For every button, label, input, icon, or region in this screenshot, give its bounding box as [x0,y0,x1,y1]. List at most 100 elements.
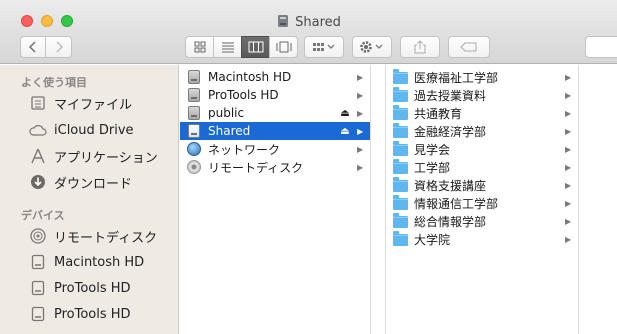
arrange-button[interactable] [304,36,344,58]
column-view-icon [248,41,263,53]
chevron-left-icon [29,41,36,53]
back-button[interactable] [20,36,46,58]
search-field[interactable] [585,36,617,58]
column-item-remote-disc[interactable]: リモートディスク ▶ [180,158,370,176]
cover-flow-view-button[interactable] [269,36,298,58]
folder-icon [392,231,408,247]
sidebar-item-applications[interactable]: アプリケーション [28,146,158,166]
folder-item[interactable]: 総合情報学部 ▶ [386,212,578,230]
folder-item-label: 見学会 [414,142,451,157]
sidebar-item-protools-hd-2[interactable]: ProTools HD [28,304,131,324]
chevron-right-icon: ▶ [565,234,572,244]
chevron-right-icon: ▶ [565,162,572,172]
hard-drive-icon [28,252,48,272]
icon-view-button[interactable] [185,36,214,58]
view-mode-control [185,36,298,58]
folder-icon [392,159,408,175]
chevron-right-icon: ▶ [565,90,572,100]
sidebar-item-label: ProTools HD [54,306,131,322]
folder-icon [392,69,408,85]
sidebar-item-label: マイファイル [54,97,133,113]
column-item-label: Macintosh HD [208,70,292,84]
folder-item-label: 資格支援講座 [414,178,487,193]
column-item-macintosh-hd[interactable]: Macintosh HD ▶ [180,68,370,86]
folder-item[interactable]: 工学部 ▶ [386,158,578,176]
hard-drive-icon [28,278,48,298]
hard-drive-icon [186,69,202,85]
folder-item-label: 大学院 [414,232,451,247]
column-item-public[interactable]: public ⏏ ▶ [180,104,370,122]
tag-icon [460,42,477,52]
folder-icon [392,105,408,121]
folder-icon [392,213,408,229]
column-item-label: public [208,106,245,120]
column-resize-gap[interactable] [372,65,385,334]
sidebar-heading-devices: デバイス [21,209,65,222]
network-volume-icon [186,105,202,121]
chevron-right-icon: ▶ [357,162,364,172]
folder-item[interactable]: 大学院 ▶ [386,230,578,248]
action-button[interactable] [352,36,392,58]
tags-button[interactable] [448,36,490,58]
column-item-shared[interactable]: Shared ⏏ ▶ [180,122,370,140]
sidebar: よく使う項目 マイファイル iCloud Drive アプリケーション ダウンロ… [0,65,179,334]
folder-icon [392,87,408,103]
list-view-icon [221,42,234,53]
folder-item[interactable]: 資格支援講座 ▶ [386,176,578,194]
folder-item[interactable]: 医療福祉工学部 ▶ [386,68,578,86]
folder-item[interactable]: 情報通信工学部 ▶ [386,194,578,212]
cover-flow-view-icon [276,41,291,53]
sidebar-item-label: iCloud Drive [54,122,134,138]
window-toolbar: Shared [0,0,617,64]
chevron-right-icon: ▶ [357,126,364,136]
arrange-grid-icon [313,43,335,51]
list-view-button[interactable] [213,36,242,58]
share-icon [414,40,426,54]
sidebar-item-icloud-drive[interactable]: iCloud Drive [28,120,134,140]
folder-item-label: 金融経済学部 [414,124,487,139]
folder-icon [392,141,408,157]
gear-icon [360,41,383,53]
column-item-network[interactable]: ネットワーク ▶ [180,140,370,158]
hard-drive-icon [186,87,202,103]
sidebar-item-label: ダウンロード [54,176,133,192]
sidebar-item-my-files[interactable]: マイファイル [28,93,132,113]
folder-item-label: 共通教育 [414,106,463,121]
chevron-right-icon: ▶ [357,144,364,154]
sidebar-item-remote-disc[interactable]: リモートディスク [28,226,157,246]
remote-disc-icon [28,226,48,246]
share-button[interactable] [400,36,440,58]
network-volume-icon [186,123,202,139]
folder-item[interactable]: 金融経済学部 ▶ [386,122,578,140]
forward-button[interactable] [45,36,72,58]
chevron-right-icon: ▶ [357,108,364,118]
chevron-right-icon: ▶ [565,108,572,118]
chevron-right-icon [55,41,63,53]
eject-icon[interactable]: ⏏ [339,126,351,137]
network-globe-icon [186,141,202,157]
folder-item[interactable]: 見学会 ▶ [386,140,578,158]
folder-item-label: 医療福祉工学部 [414,70,499,85]
folder-item[interactable]: 過去授業資料 ▶ [386,86,578,104]
icon-view-icon [194,41,205,53]
folder-item-label: 総合情報学部 [414,214,487,229]
chevron-right-icon: ▶ [565,126,572,136]
applications-icon [28,146,48,166]
browser-column-3 [580,65,617,334]
folder-icon [392,123,408,139]
chevron-right-icon: ▶ [565,144,572,154]
sidebar-heading-favorites: よく使う項目 [21,76,87,89]
column-item-protools-hd[interactable]: ProTools HD ▶ [180,86,370,104]
column-item-label: ProTools HD [208,88,279,102]
sidebar-item-protools-hd[interactable]: ProTools HD [28,278,131,298]
column-view-button[interactable] [241,36,270,58]
folder-item[interactable]: 共通教育 ▶ [386,104,578,122]
remote-disc-icon [186,159,202,175]
eject-icon[interactable]: ⏏ [339,108,351,119]
column-item-label: リモートディスク [208,160,304,175]
chevron-right-icon: ▶ [565,198,572,208]
sidebar-item-downloads[interactable]: ダウンロード [28,172,132,192]
chevron-right-icon: ▶ [357,90,364,100]
sidebar-item-macintosh-hd[interactable]: Macintosh HD [28,252,144,272]
window-title: Shared [295,15,341,30]
